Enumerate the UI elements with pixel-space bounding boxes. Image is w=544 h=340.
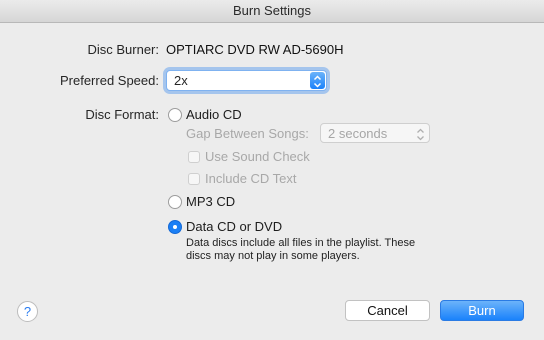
data-cd-dvd-radio[interactable] xyxy=(168,220,182,234)
help-button[interactable]: ? xyxy=(17,301,38,322)
burn-button[interactable]: Burn xyxy=(440,300,524,321)
data-disc-note-line2: discs may not play in some players. xyxy=(186,250,360,262)
question-mark-icon: ? xyxy=(23,304,32,319)
gap-between-songs-select[interactable]: 2 seconds xyxy=(320,123,430,143)
disc-burner-label: Disc Burner: xyxy=(87,42,159,57)
preferred-speed-label: Preferred Speed: xyxy=(59,73,159,88)
data-cd-dvd-label: Data CD or DVD xyxy=(186,219,283,234)
use-sound-check-checkbox[interactable] xyxy=(188,151,200,163)
cancel-button[interactable]: Cancel xyxy=(345,300,430,321)
preferred-speed-select[interactable]: 2x xyxy=(166,70,327,91)
gap-between-songs-value: 2 seconds xyxy=(328,126,388,141)
gap-between-songs-label: Gap Between Songs: xyxy=(186,126,309,141)
up-down-chevron-icon xyxy=(310,72,325,89)
use-sound-check-label: Use Sound Check xyxy=(205,149,310,164)
mp3-cd-label: MP3 CD xyxy=(186,194,236,209)
data-disc-note-line1: Data discs include all files in the play… xyxy=(186,237,416,249)
audio-cd-label: Audio CD xyxy=(186,107,242,122)
include-cd-text-label: Include CD Text xyxy=(205,171,297,186)
mp3-cd-radio[interactable] xyxy=(168,195,182,209)
window-title: Burn Settings xyxy=(0,0,544,23)
preferred-speed-value: 2x xyxy=(174,73,188,88)
disc-burner-value: OPTIARC DVD RW AD-5690H xyxy=(166,42,344,57)
disc-format-label: Disc Format: xyxy=(85,107,159,122)
include-cd-text-checkbox[interactable] xyxy=(188,173,200,185)
up-down-chevron-icon xyxy=(413,125,428,141)
burn-settings-dialog: Burn Settings Disc Burner: OPTIARC DVD R… xyxy=(0,0,544,340)
audio-cd-radio[interactable] xyxy=(168,108,182,122)
